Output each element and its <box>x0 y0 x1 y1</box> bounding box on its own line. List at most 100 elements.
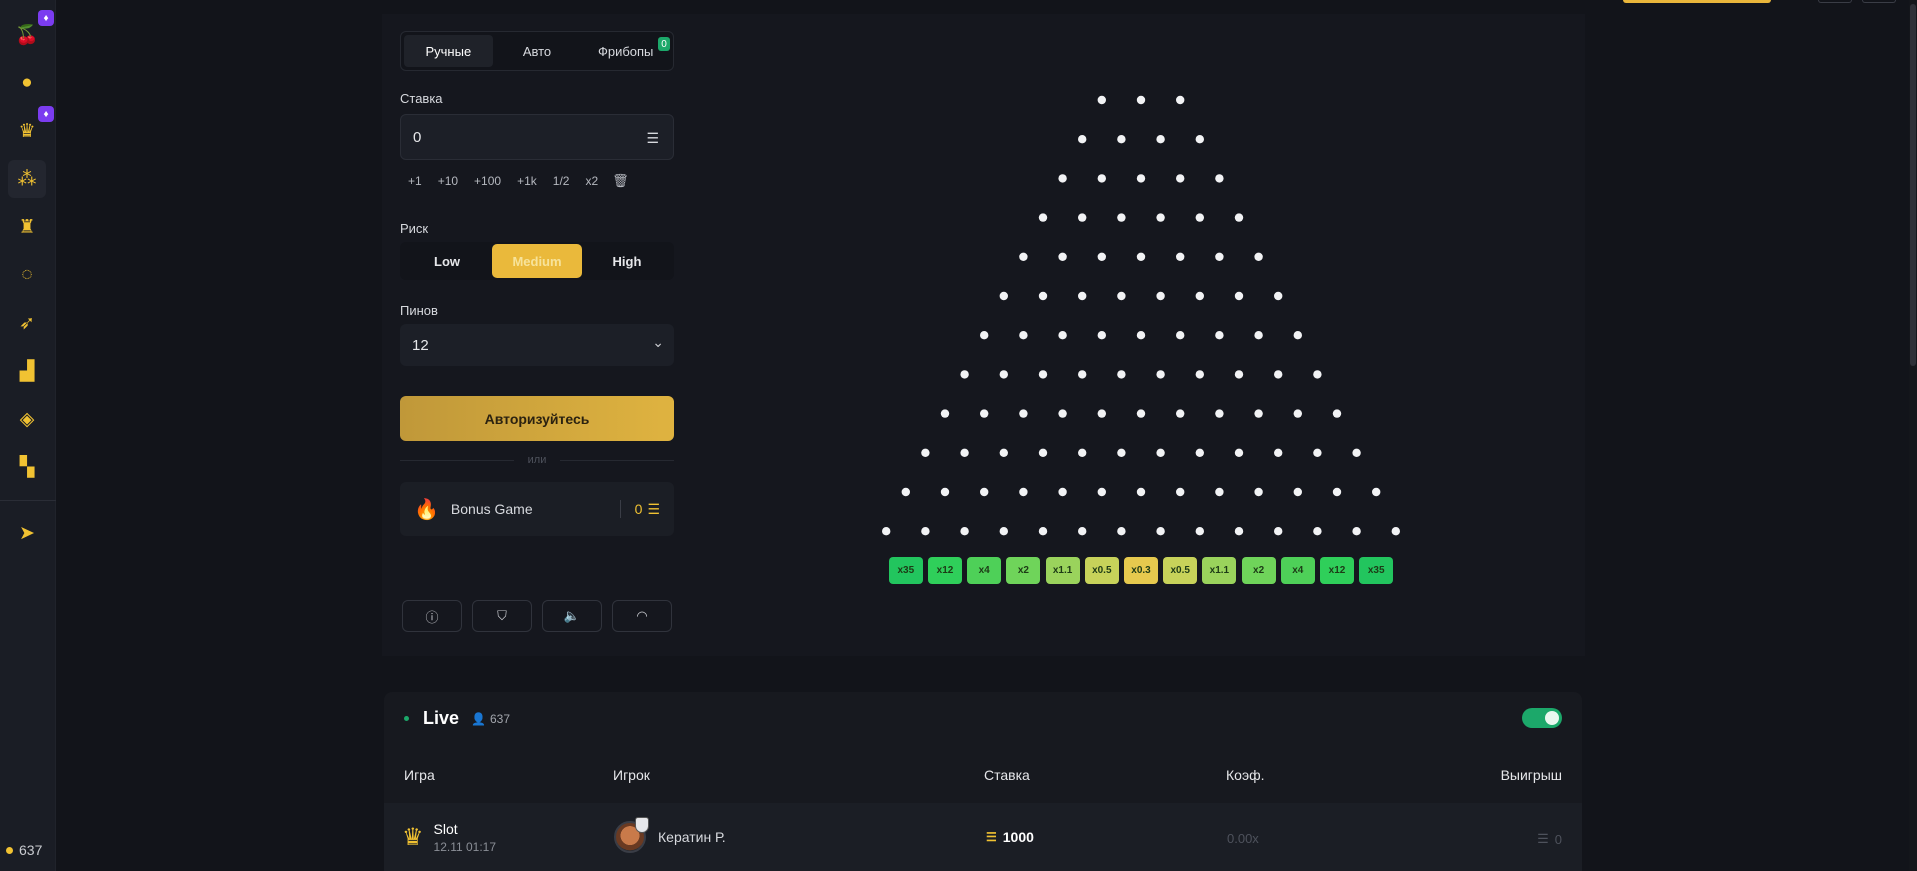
column-coef: Коэф. <box>1226 767 1265 783</box>
wheel-icon[interactable]: ◌ <box>12 260 42 290</box>
shield-icon: ⛉ <box>497 608 507 623</box>
multiplier-slot: x12 <box>928 557 962 584</box>
bonus-game-label: Bonus Game <box>450 501 533 517</box>
sound-button[interactable]: 🔈 <box>542 600 602 632</box>
info-icon: ⓘ <box>425 609 439 625</box>
row-player-name: Кератин Р. <box>658 829 726 845</box>
login-button[interactable]: Авторизуйтесь <box>400 396 674 441</box>
row-game-name: Slot <box>433 821 458 837</box>
multiplier-slot: x1.1 <box>1202 557 1237 584</box>
bet-plus-1-button[interactable]: +1 <box>400 168 430 194</box>
plinko-icon[interactable]: ⁂ <box>8 160 46 198</box>
bet-plus-10-button[interactable]: +10 <box>430 168 466 194</box>
multiplier-slot: x2 <box>1241 557 1276 584</box>
cherries-icon[interactable]: 🍒 <box>12 20 42 50</box>
coin-stack-icon: ☰ <box>1537 831 1549 846</box>
multiplier-slot: x35 <box>888 557 923 584</box>
pins-select[interactable]: 12 ⌄ <box>400 324 674 366</box>
or-text: или <box>527 454 547 466</box>
row-coef: 0.00x <box>1227 831 1259 846</box>
avatar[interactable] <box>614 817 649 853</box>
chevron-down-icon: ⌄ <box>652 334 664 350</box>
user-icon: 👤 <box>471 711 486 726</box>
mode-tabs: Ручные Авто Фрибопы 0 <box>400 31 674 71</box>
risk-label: Риск <box>400 221 429 236</box>
chart-icon[interactable]: ▟ <box>12 356 42 386</box>
pins-label: Пинов <box>400 303 438 318</box>
row-time: 12.11 01:17 <box>433 840 497 854</box>
bet-plus-100-button[interactable]: +100 <box>466 168 509 194</box>
fire-icon: 🔥 <box>414 498 439 521</box>
sidebar: 🍒 ♦ ● ♛ ♦ ⁂ ♜ ◌ ➶ ▟ ◈ ▚ ➤ 637 <box>0 0 56 871</box>
bet-input[interactable]: 0 ☰ <box>400 114 674 160</box>
risk-low-button[interactable]: Low <box>402 244 492 278</box>
live-toggle[interactable] <box>1522 708 1562 728</box>
bet-quick-row: +1 +10 +100 +1k 1/2 x2 🗑 <box>400 167 674 195</box>
sidebar-divider <box>0 500 56 501</box>
top-action-button[interactable] <box>1623 0 1771 3</box>
dice-icon[interactable]: ◈ <box>12 404 42 434</box>
trash-icon[interactable]: 🗑 <box>606 173 635 189</box>
live-title: Live <box>423 708 460 728</box>
live-bets-section: Live 👤 637 Игра Игрок Ставка Коэф. Выигры… <box>384 692 1582 871</box>
bet-value: 0 <box>413 128 422 146</box>
multiplier-slot: x1.1 <box>1045 557 1080 584</box>
multiplier-slot: x4 <box>1280 557 1315 584</box>
row-win: ☰ 0 <box>1537 831 1562 847</box>
telegram-icon[interactable]: ➤ <box>12 518 42 548</box>
new-badge: ♦ <box>38 106 54 122</box>
column-win: Выигрыш <box>1500 767 1562 783</box>
shield-badge-icon <box>635 817 649 833</box>
bonus-value: 0 ☰ <box>634 500 660 518</box>
mines-icon[interactable]: ▚ <box>12 452 42 482</box>
page-scrollbar[interactable] <box>1909 0 1917 871</box>
tab-auto[interactable]: Авто <box>493 35 582 67</box>
column-player: Игрок <box>613 767 650 783</box>
new-badge: ♦ <box>38 10 54 26</box>
online-count: 637 <box>6 842 42 858</box>
tab-manual[interactable]: Ручные <box>404 35 493 67</box>
tab-freeballs[interactable]: Фрибопы 0 <box>581 35 671 67</box>
live-viewers: 👤 637 <box>471 711 511 726</box>
fairness-button[interactable]: ⛉ <box>472 600 532 632</box>
multiplier-slot: x4 <box>967 557 1002 584</box>
risk-medium-button[interactable]: Medium <box>492 244 582 278</box>
speedometer-icon: ◠ <box>636 608 648 623</box>
column-game: Игра <box>404 767 435 783</box>
top-icon-button[interactable] <box>1862 0 1896 3</box>
freeballs-badge: 0 <box>658 37 671 51</box>
bomb-icon[interactable]: ● <box>12 68 42 98</box>
rocket-icon[interactable]: ➶ <box>12 308 42 338</box>
multiplier-slot: x35 <box>1359 557 1394 584</box>
coin-stack-icon: ☰ <box>647 500 660 517</box>
coin-stack-icon: ☰ <box>646 130 659 146</box>
info-button[interactable]: ⓘ <box>402 600 462 632</box>
bet-double-button[interactable]: x2 <box>577 168 606 194</box>
game-utility-buttons: ⓘ ⛉ 🔈 ◠ <box>402 600 672 632</box>
online-dot <box>6 846 13 854</box>
pins-value: 12 <box>412 336 429 354</box>
crown-icon[interactable]: ♛ <box>12 116 42 146</box>
table-row[interactable]: ♛ Slot 12.11 01:17 Кератин Р. ☰ 1000 0.0… <box>384 803 1582 871</box>
risk-high-button[interactable]: High <box>582 244 672 278</box>
multiplier-slot: x0.5 <box>1163 557 1198 584</box>
bonus-game-button[interactable]: 🔥 Bonus Game 0 ☰ <box>400 482 674 536</box>
coin-stack-icon: ☰ <box>986 830 997 844</box>
scrollbar-thumb[interactable] <box>1910 4 1916 366</box>
speed-button[interactable]: ◠ <box>612 600 672 632</box>
crown-icon: ♛ <box>402 824 424 851</box>
multiplier-slot: x0.3 <box>1124 557 1158 584</box>
top-icon-button[interactable] <box>1818 0 1852 3</box>
app-root: 🍒 ♦ ● ♛ ♦ ⁂ ♜ ◌ ➶ ▟ ◈ ▚ ➤ 637 Ручные Авто Фрибопы 0 Ст… <box>0 0 1917 871</box>
multiplier-slot: x12 <box>1320 557 1354 584</box>
multiplier-slot: x0.5 <box>1084 557 1119 584</box>
risk-selector: Low Medium High <box>400 242 674 280</box>
multiplier-slot: x2 <box>1006 557 1041 584</box>
live-indicator <box>404 716 409 721</box>
column-bet: Ставка <box>984 767 1030 783</box>
tower-icon[interactable]: ♜ <box>12 212 42 242</box>
bet-label: Ставка <box>400 91 443 106</box>
bet-plus-1k-button[interactable]: +1k <box>509 168 545 194</box>
bet-half-button[interactable]: 1/2 <box>545 168 578 194</box>
row-bet: 1000 <box>1002 829 1034 845</box>
